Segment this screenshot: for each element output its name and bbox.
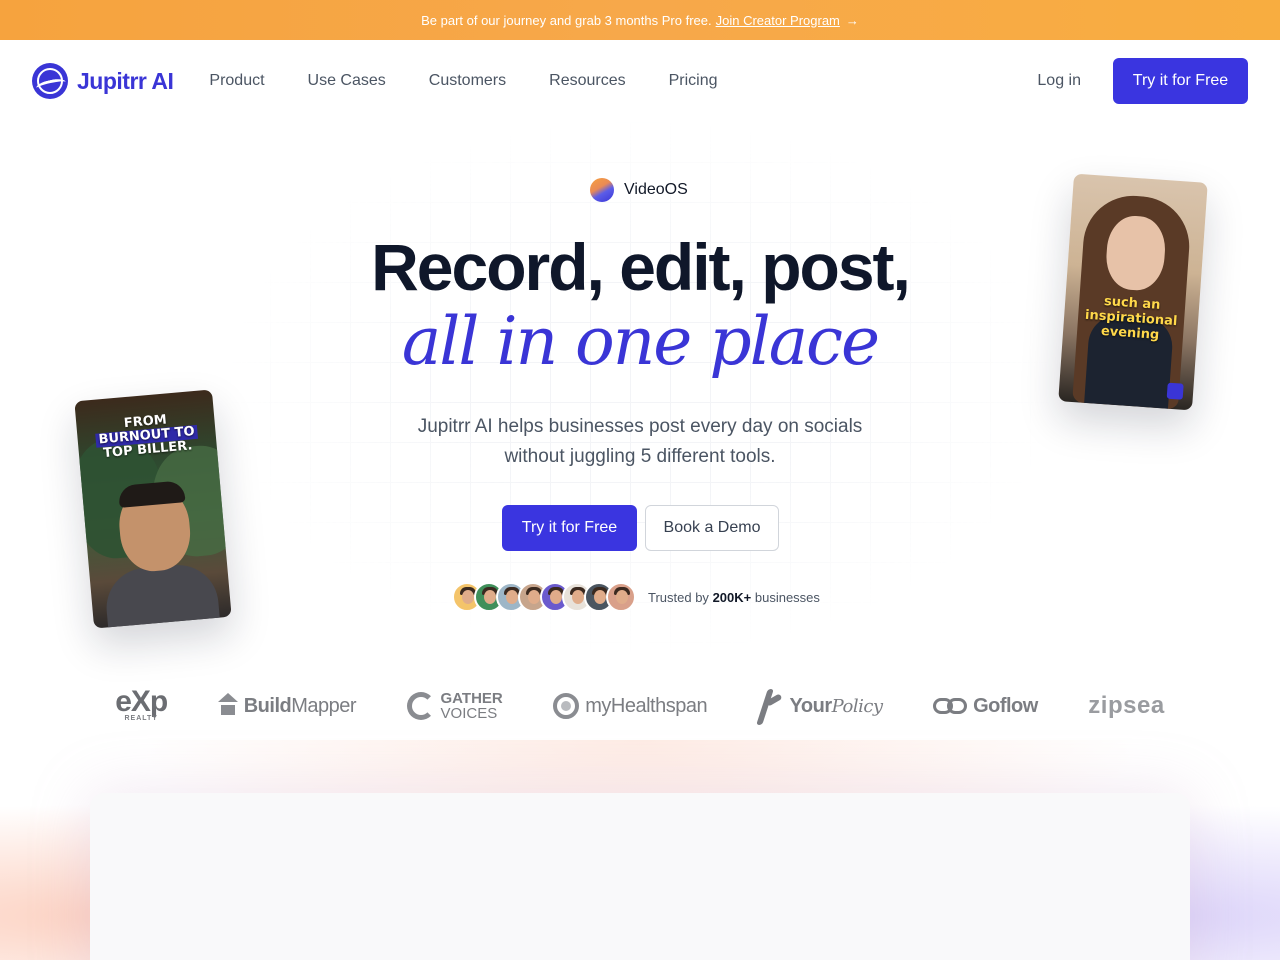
top-navigation: Jupitrr AI Product Use Cases Customers R… — [0, 40, 1280, 122]
brand-logo[interactable]: Jupitrr AI — [32, 63, 174, 99]
trusted-prefix: Trusted by — [648, 589, 709, 605]
nav-try-free-button[interactable]: Try it for Free — [1113, 58, 1248, 104]
logo-exp-realty: eXp REALTY — [115, 685, 168, 723]
announcement-text: Be part of our journey and grab 3 months… — [421, 12, 712, 28]
menu-item-customers[interactable]: Customers — [429, 72, 506, 90]
goflow-link-icon — [933, 698, 968, 714]
join-creator-program-link[interactable]: Join Creator Program — [716, 13, 840, 28]
book-demo-button[interactable]: Book a Demo — [645, 505, 779, 551]
trusted-count: 200K+ — [712, 589, 752, 605]
myhealthspan-ring-icon — [553, 693, 580, 719]
arrow-right-icon[interactable]: → — [846, 13, 859, 28]
logo-zipsea: zipsea — [1088, 692, 1165, 719]
trusted-suffix: businesses — [754, 589, 820, 605]
menu-item-resources[interactable]: Resources — [549, 72, 625, 90]
menu-item-pricing[interactable]: Pricing — [669, 72, 718, 90]
hero-try-free-button[interactable]: Try it for Free — [502, 505, 637, 551]
videoos-orb-icon — [590, 178, 614, 202]
avatar — [606, 582, 636, 612]
trusted-text: Trusted by 200K+ businesses — [648, 590, 820, 605]
house-icon — [217, 693, 238, 715]
brand-name: Jupitrr AI — [77, 67, 174, 94]
hero-subtitle: Jupitrr AI helps businesses post every d… — [417, 416, 863, 467]
logo-gather-voices: GATHER VOICES — [406, 691, 503, 721]
hero-cta-group: Try it for Free Book a Demo — [502, 505, 779, 551]
logo-goflow: Goflow — [933, 695, 1038, 718]
announcement-bar: Be part of our journey and grab 3 months… — [0, 0, 1280, 40]
menu-item-use-cases[interactable]: Use Cases — [308, 72, 386, 90]
main-menu: Product Use Cases Customers Resources Pr… — [209, 72, 760, 90]
avatar-stack — [452, 582, 636, 612]
badge-label: VideoOS — [624, 181, 688, 198]
logo-myhealthspan: myHealthspan — [553, 693, 708, 719]
product-badge: VideoOS — [590, 177, 688, 203]
login-link[interactable]: Log in — [1037, 72, 1081, 90]
watermark-icon — [1166, 382, 1184, 400]
customer-logos: eXp REALTY BuildMapper GATHER VOICES myH… — [0, 680, 1280, 732]
hummingbird-icon — [758, 687, 784, 725]
social-proof: Trusted by 200K+ businesses — [452, 582, 820, 612]
video-caption-right: such an inspirational evening — [1084, 294, 1178, 343]
logo-yourpolicy: YourPolicy — [758, 687, 884, 725]
logo-buildmapper: BuildMapper — [217, 693, 357, 718]
video-card-right[interactable]: such an inspirational evening — [1058, 173, 1208, 411]
nav-actions: Log in Try it for Free — [1037, 58, 1248, 104]
jupitrr-logo-icon — [32, 63, 68, 99]
menu-item-product[interactable]: Product — [209, 72, 264, 90]
video-card-left[interactable]: FROM BURNOUT TO TOP BILLER. — [74, 389, 232, 629]
product-preview-panel — [90, 793, 1190, 960]
gather-g-icon — [406, 692, 435, 720]
